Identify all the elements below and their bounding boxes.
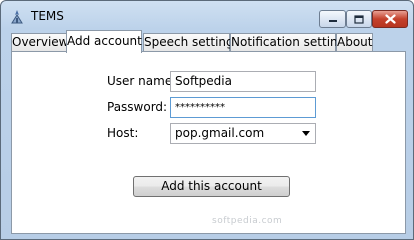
maximize-button[interactable] (346, 10, 372, 28)
password-field[interactable]: ********** (170, 97, 316, 118)
add-account-panel: User name: Softpedia Password: *********… (11, 51, 406, 234)
host-label: Host: (107, 126, 139, 140)
close-icon (384, 14, 396, 24)
minimize-icon (328, 20, 337, 22)
tab-speech-settings[interactable]: Speech settings (143, 33, 240, 52)
minimize-button[interactable] (319, 10, 346, 28)
host-select[interactable]: pop.gmail.com (170, 123, 316, 144)
window-title: TEMS (31, 9, 64, 23)
username-label: User name: (107, 74, 177, 88)
maximize-icon (354, 14, 364, 24)
tab-about[interactable]: About (336, 33, 373, 52)
password-label: Password: (107, 100, 168, 114)
tab-strip: Overview Add account Speech settings Not… (11, 30, 405, 53)
host-selected-value: pop.gmail.com (175, 126, 265, 140)
app-icon[interactable] (9, 9, 25, 25)
tab-add-account[interactable]: Add account (66, 30, 142, 53)
app-window: TEMS Overview Add account Speech setting… (0, 0, 414, 240)
chevron-down-icon[interactable] (302, 131, 310, 136)
watermark: softpedia.com (212, 216, 283, 226)
tab-overview[interactable]: Overview (11, 33, 69, 52)
title-bar[interactable]: TEMS (1, 1, 413, 31)
username-field[interactable]: Softpedia (170, 71, 316, 92)
tab-notification-settings[interactable]: Notification settings (230, 33, 352, 52)
add-account-button[interactable]: Add this account (133, 176, 290, 197)
close-button[interactable] (372, 10, 408, 28)
